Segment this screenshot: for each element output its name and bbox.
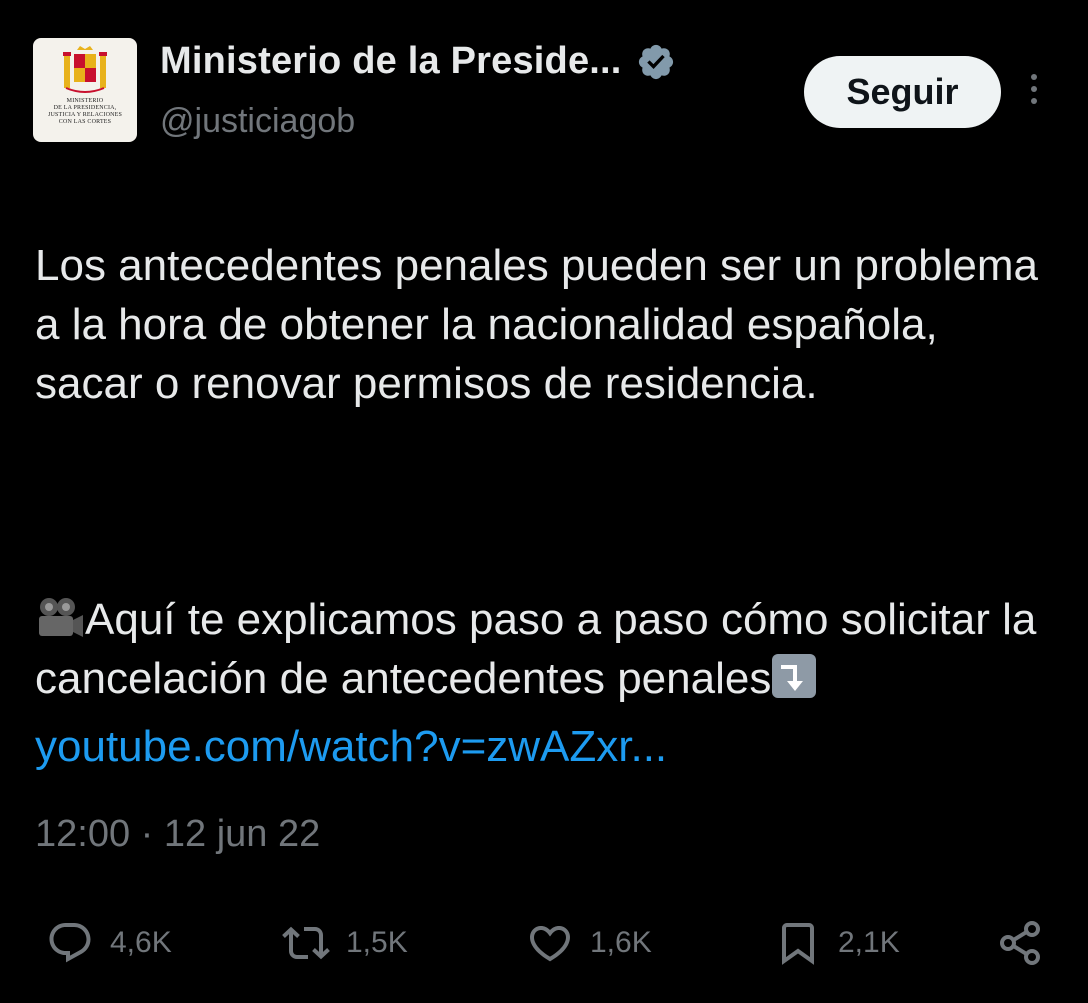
tweet-meta: 12:00 · 12 jun 22 bbox=[35, 813, 320, 856]
retweet-icon bbox=[282, 926, 330, 960]
bookmark-count: 2,1K bbox=[838, 926, 900, 959]
coat-of-arms-icon bbox=[63, 46, 107, 93]
account-handle[interactable]: @justiciagob bbox=[160, 102, 355, 141]
action-bar: 4,6K 1,5K 1,6K 2,1K bbox=[0, 910, 1088, 980]
account-name[interactable]: Ministerio de la Preside... bbox=[160, 40, 622, 83]
more-options-icon[interactable] bbox=[1022, 74, 1046, 114]
reply-count: 4,6K bbox=[110, 926, 172, 959]
account-avatar[interactable]: MINISTERIO DE LA PRESIDENCIA, JUSTICIA Y… bbox=[33, 38, 137, 142]
reply-button[interactable]: 4,6K bbox=[46, 910, 172, 976]
like-button[interactable]: 1,6K bbox=[526, 910, 652, 976]
share-icon bbox=[1000, 921, 1040, 965]
account-name-row: Ministerio de la Preside... bbox=[160, 40, 676, 83]
tweet-paragraph-2-text: Aquí te explicamos paso a paso cómo soli… bbox=[35, 595, 1037, 703]
movie-camera-icon bbox=[39, 598, 83, 637]
tweet-paragraph-1: Los antecedentes penales pueden ser un p… bbox=[35, 241, 1038, 408]
youtube-link[interactable]: youtube.com/watch?v=zwAZxr... bbox=[35, 722, 667, 772]
tweet-paragraph-2: Aquí te explicamos paso a paso cómo soli… bbox=[35, 590, 1045, 708]
follow-button[interactable]: Seguir bbox=[804, 56, 1001, 128]
reply-icon bbox=[49, 923, 91, 963]
verified-badge-icon bbox=[638, 44, 673, 79]
heart-icon bbox=[529, 926, 571, 962]
share-button[interactable] bbox=[996, 910, 1044, 976]
like-count: 1,6K bbox=[590, 926, 652, 959]
tweet-text: Los antecedentes penales pueden ser un p… bbox=[35, 177, 1045, 767]
retweet-count: 1,5K bbox=[346, 926, 408, 959]
retweet-button[interactable]: 1,5K bbox=[282, 910, 408, 976]
avatar-caption: MINISTERIO DE LA PRESIDENCIA, JUSTICIA Y… bbox=[47, 98, 123, 125]
arrow-down-icon bbox=[772, 654, 817, 698]
bookmark-button[interactable]: 2,1K bbox=[774, 910, 900, 976]
tweet-date[interactable]: 12 jun 22 bbox=[164, 813, 320, 855]
meta-separator: · bbox=[140, 813, 154, 855]
bookmark-icon bbox=[782, 923, 814, 965]
tweet-time[interactable]: 12:00 bbox=[35, 813, 130, 855]
